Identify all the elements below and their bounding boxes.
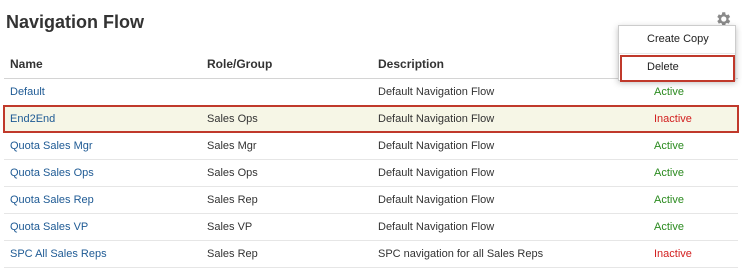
flow-name-link[interactable]: Quota Sales Rep — [10, 187, 94, 213]
create-copy-menu-item[interactable]: Create Copy — [619, 26, 735, 53]
table-row[interactable]: Default Default Navigation Flow Active — [4, 79, 738, 106]
description-cell: SPC navigation for all Sales Reps — [378, 248, 544, 260]
role-group-cell: Sales Mgr — [207, 140, 257, 152]
table-row[interactable]: SPC All Sales Reps Sales Rep SPC navigatio… — [4, 241, 738, 268]
flow-name-link[interactable]: Quota Sales VP — [10, 214, 88, 240]
navigation-flow-table: Name Role/Group Description Default Defau… — [3, 51, 739, 268]
status-cell[interactable]: Inactive — [654, 241, 692, 267]
status-cell[interactable]: Active — [654, 160, 684, 186]
role-group-cell: Sales Ops — [207, 167, 258, 179]
flow-name-link[interactable]: Quota Sales Mgr — [10, 133, 93, 159]
status-cell[interactable]: Active — [654, 187, 684, 213]
flow-name-link[interactable]: SPC All Sales Reps — [10, 241, 107, 267]
role-group-cell: Sales VP — [207, 221, 253, 233]
column-header-role-group[interactable]: Role/Group — [207, 51, 272, 78]
description-cell: Default Navigation Flow — [378, 221, 495, 233]
role-group-cell: Sales Ops — [207, 113, 258, 125]
description-cell: Default Navigation Flow — [378, 86, 495, 98]
description-cell: Default Navigation Flow — [378, 140, 495, 152]
description-cell: Default Navigation Flow — [378, 167, 495, 179]
status-cell[interactable]: Active — [654, 214, 684, 240]
table-row[interactable]: Quota Sales VP Sales VP Default Navigation… — [4, 214, 738, 241]
flow-name-link[interactable]: End2End — [10, 106, 55, 132]
flow-name-link[interactable]: Quota Sales Ops — [10, 160, 94, 186]
column-header-name[interactable]: Name — [10, 51, 43, 78]
column-header-description[interactable]: Description — [378, 51, 444, 78]
delete-menu-item[interactable]: Delete — [619, 53, 735, 82]
table-row[interactable]: Quota Sales Ops Sales Ops Default Navigati… — [4, 160, 738, 187]
table-row[interactable]: Quota Sales Mgr Sales Mgr Default Navigati… — [4, 133, 738, 160]
page-title: Navigation Flow — [6, 12, 145, 32]
role-group-cell: Sales Rep — [207, 248, 258, 260]
status-cell[interactable]: Active — [654, 133, 684, 159]
status-cell[interactable]: Active — [654, 79, 684, 105]
table-row[interactable]: Quota Sales Rep Sales Rep Default Navigati… — [4, 187, 738, 214]
table-row[interactable]: End2End Sales Ops Default Navigation Flow I… — [3, 105, 739, 133]
status-cell[interactable]: Inactive — [654, 106, 692, 132]
description-cell: Default Navigation Flow — [378, 194, 495, 206]
description-cell: Default Navigation Flow — [378, 113, 495, 125]
role-group-cell: Sales Rep — [207, 194, 258, 206]
actions-menu: Create Copy Delete — [618, 25, 736, 82]
flow-name-link[interactable]: Default — [10, 79, 45, 105]
